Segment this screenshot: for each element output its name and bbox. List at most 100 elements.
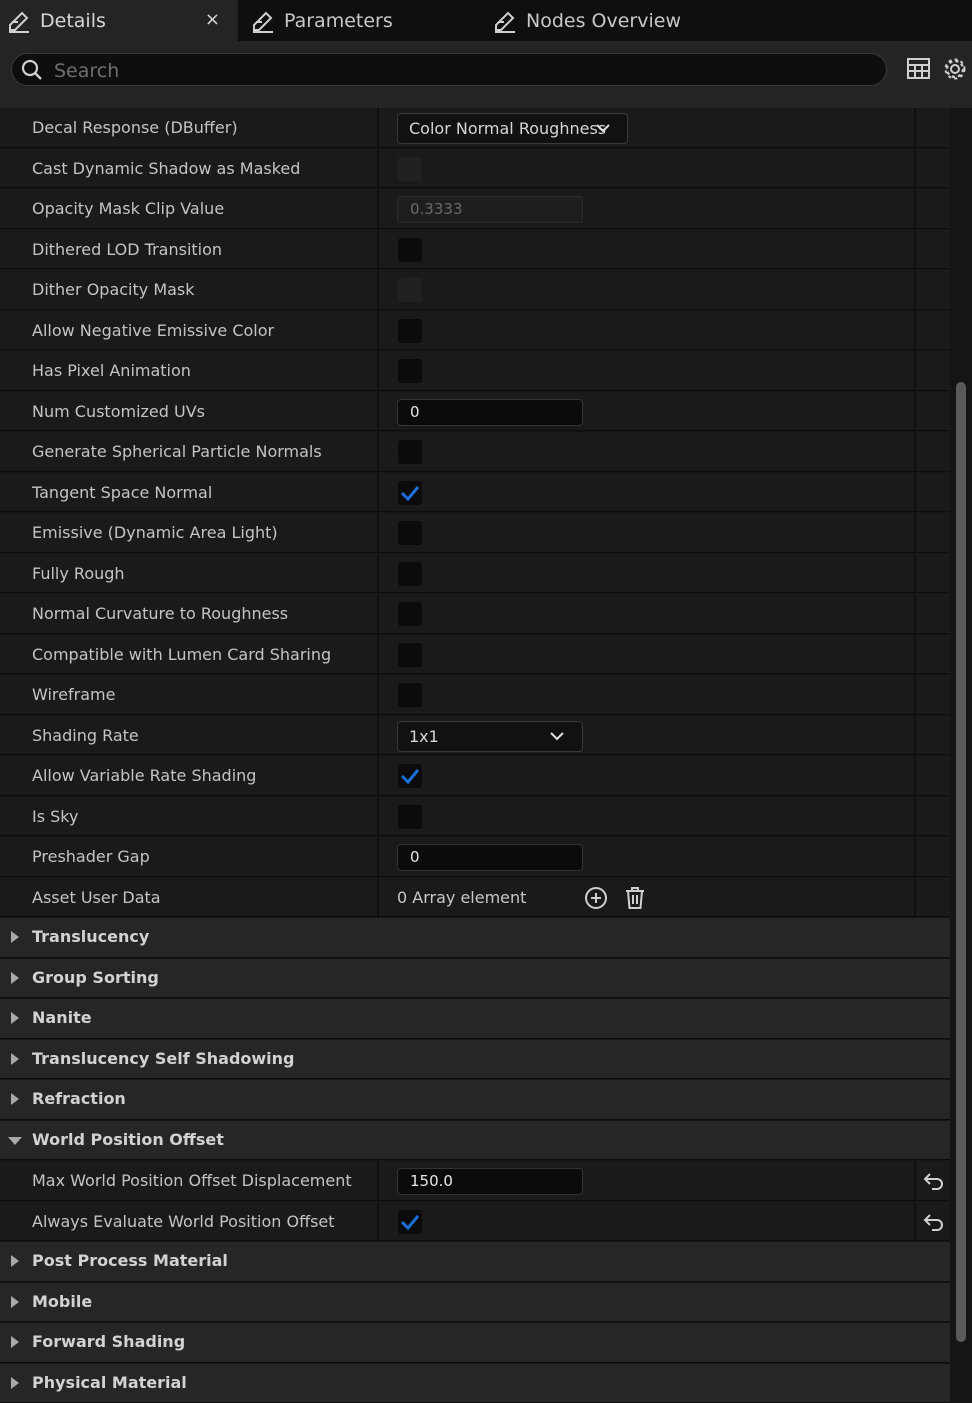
close-icon[interactable]: × [205,9,220,30]
add-element-icon[interactable] [583,885,609,911]
decal-response-combo[interactable]: Color Normal Roughness [397,113,628,144]
array-count: 0 Array element [397,878,526,917]
property-max-wpo-displacement: Max World Position Offset Displacement 1… [0,1161,950,1201]
checkbox[interactable] [398,278,422,302]
category-translucency[interactable]: Translucency [0,918,950,958]
tab-label: Nodes Overview [526,10,681,32]
checkbox[interactable] [398,805,422,829]
tab-label: Details [40,10,106,32]
tab-nodes-overview[interactable]: Nodes Overview [492,0,752,41]
property-label: Opacity Mask Clip Value [32,189,224,228]
property-label: Decal Response (DBuffer) [32,108,238,147]
category-translucency-self-shadowing[interactable]: Translucency Self Shadowing [0,1040,950,1080]
table-view-icon[interactable] [906,56,932,82]
number-field[interactable]: 0.3333 [397,196,583,223]
checkbox-checked[interactable] [398,764,422,788]
category-mobile[interactable]: Mobile [0,1283,950,1323]
property-label: Emissive (Dynamic Area Light) [32,513,278,552]
checkbox[interactable] [398,683,422,707]
property-emissive-dynamic-area-light: Emissive (Dynamic Area Light) [0,513,950,553]
property-asset-user-data: Asset User Data 0 Array element [0,878,950,918]
property-label: Shading Rate [32,716,139,755]
checkbox-checked[interactable] [398,1210,422,1234]
expand-arrow-icon [8,1376,22,1390]
property-dither-opacity-mask: Dither Opacity Mask [0,270,950,310]
property-label: Normal Curvature to Roughness [32,594,288,633]
search-icon [20,58,44,82]
checkbox[interactable] [398,643,422,667]
property-label: Has Pixel Animation [32,351,191,390]
search-bar [0,41,972,108]
property-shading-rate: Shading Rate 1x1 [0,716,950,756]
scrollbar-thumb[interactable] [956,382,966,1342]
tab-bar: Details × Parameters Nodes Overview [0,0,972,41]
property-label: Generate Spherical Particle Normals [32,432,322,471]
checkmark-icon [400,484,420,502]
property-label: Wireframe [32,675,115,714]
property-has-pixel-animation: Has Pixel Animation [0,351,950,391]
property-label: Tangent Space Normal [32,473,212,512]
property-wireframe: Wireframe [0,675,950,715]
checkbox[interactable] [398,157,422,181]
property-decal-response: Decal Response (DBuffer) Color Normal Ro… [0,108,950,148]
category-world-position-offset[interactable]: World Position Offset [0,1121,950,1161]
property-label: Num Customized UVs [32,392,205,431]
checkbox[interactable] [398,521,422,545]
property-allow-vrs: Allow Variable Rate Shading [0,756,950,796]
property-label: Fully Rough [32,554,125,593]
property-opacity-mask-clip: Opacity Mask Clip Value 0.3333 [0,189,950,229]
checkbox[interactable] [398,562,422,586]
property-label: Allow Variable Rate Shading [32,756,256,795]
reset-to-default-icon[interactable] [922,1210,946,1234]
property-num-customized-uvs: Num Customized UVs 0 [0,392,950,432]
expand-arrow-icon [8,1052,22,1066]
expand-arrow-icon [8,1092,22,1106]
property-lumen-card-sharing: Compatible with Lumen Card Sharing [0,635,950,675]
category-physical-material[interactable]: Physical Material [0,1364,950,1403]
edit-icon [492,8,518,34]
property-label: Cast Dynamic Shadow as Masked [32,149,300,188]
search-input[interactable] [52,56,876,85]
shading-rate-combo[interactable]: 1x1 [397,721,583,752]
checkbox[interactable] [398,359,422,383]
property-label: Dithered LOD Transition [32,230,222,269]
category-post-process-material[interactable]: Post Process Material [0,1242,950,1282]
checkbox[interactable] [398,602,422,626]
property-label: Compatible with Lumen Card Sharing [32,635,331,674]
tab-details[interactable]: Details × [0,0,238,41]
property-cast-dynamic-shadow: Cast Dynamic Shadow as Masked [0,149,950,189]
checkbox[interactable] [398,319,422,343]
edit-icon [6,8,32,34]
category-nanite[interactable]: Nanite [0,999,950,1039]
tab-parameters[interactable]: Parameters [250,0,480,41]
property-label: Always Evaluate World Position Offset [32,1202,335,1241]
number-field[interactable]: 0 [397,399,583,426]
collapse-arrow-icon [8,1133,22,1147]
expand-arrow-icon [8,971,22,985]
category-group-sorting[interactable]: Group Sorting [0,959,950,999]
chevron-down-icon [596,123,610,133]
checkbox[interactable] [398,440,422,464]
property-generate-spherical-normals: Generate Spherical Particle Normals [0,432,950,472]
property-tangent-space-normal: Tangent Space Normal [0,473,950,513]
number-field[interactable]: 150.0 [397,1168,583,1195]
checkmark-icon [400,1213,420,1231]
property-allow-negative-emissive: Allow Negative Emissive Color [0,311,950,351]
expand-arrow-icon [8,930,22,944]
category-forward-shading[interactable]: Forward Shading [0,1323,950,1363]
tab-label: Parameters [284,10,393,32]
reset-to-default-icon[interactable] [922,1169,946,1193]
gear-icon[interactable] [942,56,968,82]
property-label: Preshader Gap [32,837,150,876]
search-box[interactable] [11,53,887,86]
edit-icon [250,8,276,34]
checkbox[interactable] [398,238,422,262]
number-field[interactable]: 0 [397,844,583,871]
property-normal-curvature: Normal Curvature to Roughness [0,594,950,634]
property-label: Dither Opacity Mask [32,270,195,309]
trash-icon[interactable] [622,885,648,911]
property-label: Allow Negative Emissive Color [32,311,274,350]
property-always-evaluate-wpo: Always Evaluate World Position Offset [0,1202,950,1242]
category-refraction[interactable]: Refraction [0,1080,950,1120]
checkbox-checked[interactable] [398,481,422,505]
